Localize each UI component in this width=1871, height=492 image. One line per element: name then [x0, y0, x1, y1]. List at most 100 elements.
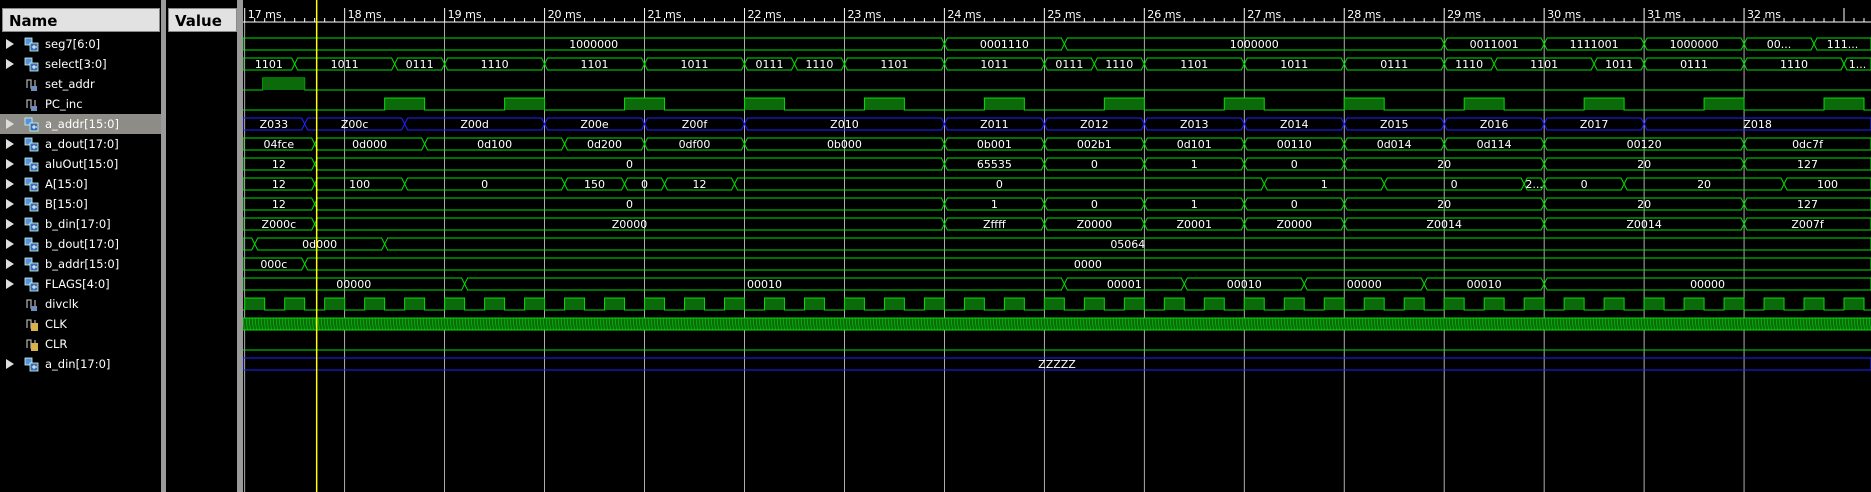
bus-value-label: 00010 — [747, 278, 782, 291]
bus-value-label: 1000000 — [569, 38, 618, 51]
clock-high-fill — [1584, 98, 1625, 110]
bus-value-label: 00000 — [1347, 278, 1382, 291]
bus-value-label: 1 — [991, 198, 998, 211]
time-tick-label: 24 ms — [947, 8, 981, 21]
bus-value-label: 1101 — [1530, 58, 1558, 71]
expand-arrow-icon[interactable] — [6, 359, 14, 369]
locked-signal-icon — [26, 339, 38, 351]
value-column-header[interactable]: Value — [168, 8, 237, 32]
bus-value-label: 1110 — [1105, 58, 1133, 71]
signal-row[interactable]: FLAGS[4:0] — [0, 274, 161, 294]
signal-row[interactable]: select[3:0] — [0, 54, 161, 74]
bus-value-label: 1101 — [581, 58, 609, 71]
bus-value-label: 0111 — [406, 58, 434, 71]
time-tick-label: 19 ms — [448, 8, 482, 21]
signal-name: CLK — [45, 317, 67, 331]
bus-value-label: Z0014 — [1426, 218, 1462, 231]
signal-row[interactable]: CLR — [0, 334, 161, 354]
bus-signal-icon — [24, 237, 39, 252]
signal-row[interactable]: b_din[17:0] — [0, 214, 161, 234]
bus-value-label: 100 — [1817, 178, 1838, 191]
time-tick-label: 25 ms — [1047, 8, 1081, 21]
clock-high-fill — [1644, 298, 1665, 310]
name-column-header[interactable]: Name — [2, 8, 160, 32]
bus-value-label: 0d000 — [302, 238, 337, 251]
bus-value-label: Z00c — [341, 118, 369, 131]
expand-arrow-icon[interactable] — [6, 259, 14, 269]
bus-signal-icon — [24, 117, 39, 132]
bus-signal-icon — [24, 57, 39, 72]
expand-arrow-icon[interactable] — [6, 219, 14, 229]
expand-arrow-icon[interactable] — [6, 39, 14, 49]
signal-row[interactable]: a_dout[17:0] — [0, 134, 161, 154]
clock-high-fill — [1084, 298, 1105, 310]
clock-high-fill — [1724, 298, 1745, 310]
clock-high-fill — [844, 298, 865, 310]
signal-row[interactable]: b_dout[17:0] — [0, 234, 161, 254]
signal-row[interactable]: B[15:0] — [0, 194, 161, 214]
expand-arrow-icon[interactable] — [6, 239, 14, 249]
bus-value-label: 1101 — [255, 58, 283, 71]
expand-arrow-icon[interactable] — [6, 59, 14, 69]
signal-row[interactable]: divclk — [0, 294, 161, 314]
expand-arrow-icon[interactable] — [6, 199, 14, 209]
clock-high-fill — [1444, 298, 1465, 310]
bus-value-label: Z011 — [980, 118, 1009, 131]
bus-value-label: 12 — [272, 198, 286, 211]
bus-value-label: 127 — [1797, 198, 1818, 211]
bus-value-label: 12 — [272, 178, 286, 191]
bit-signal-icon — [26, 299, 37, 311]
bus-value-label: 1111001 — [1570, 38, 1619, 51]
bus-value-label: 0d114 — [1477, 138, 1512, 151]
bus-value-label: 00000 — [336, 278, 371, 291]
signal-row[interactable]: PC_inc — [0, 94, 161, 114]
waveform-trace: 1101 1011 0111 1110 1101 1011 0111 1110 1101 1011… — [243, 57, 1871, 71]
bus-value-label: 0 — [641, 178, 648, 191]
signal-row[interactable]: set_addr — [0, 74, 161, 94]
signal-name: divclk — [45, 297, 79, 311]
bus-value-label: Z013 — [1180, 118, 1209, 131]
expand-arrow-icon[interactable] — [6, 139, 14, 149]
clock-high-fill — [1104, 98, 1145, 110]
bus-value-label: 1011 — [1605, 58, 1633, 71]
signal-name: b_addr[15:0] — [45, 257, 120, 271]
expand-arrow-icon[interactable] — [6, 279, 14, 289]
clock-high-fill — [1044, 298, 1065, 310]
bus-value-label: 0 — [1451, 178, 1458, 191]
bus-value-label: Z0000 — [1077, 218, 1113, 231]
expand-arrow-icon[interactable] — [6, 179, 14, 189]
signal-row[interactable]: aluOut[15:0] — [0, 154, 161, 174]
expand-arrow-icon[interactable] — [6, 159, 14, 169]
signal-value-panel: Value 1000000101100Z00c04fce121212Z000c0… — [164, 0, 401, 492]
expand-arrow-icon[interactable] — [6, 119, 14, 129]
bus-value-label: 00120 — [1627, 138, 1662, 151]
clock-high-fill — [1464, 98, 1505, 110]
name-value-splitter[interactable] — [161, 0, 166, 492]
bus-value-label: 0 — [1291, 198, 1298, 211]
bus-value-label: 002b1 — [1077, 138, 1112, 151]
clock-high-fill — [444, 298, 465, 310]
signal-name: a_addr[15:0] — [45, 117, 119, 131]
bus-signal-icon — [24, 197, 39, 212]
bus-value-label: 1000000 — [1670, 38, 1719, 51]
signal-row[interactable]: a_din[17:0] — [0, 354, 161, 374]
waveform-area[interactable]: 17 ms 18 ms 19 ms 20 ms 21 ms 22 ms 23 ms 24 ms… — [243, 0, 1871, 492]
bus-signal-icon — [24, 217, 39, 232]
bus-value-label: 65535 — [977, 158, 1012, 171]
signal-row[interactable]: CLK — [0, 314, 161, 334]
time-tick-label: 30 ms — [1547, 8, 1581, 21]
clock-high-fill — [964, 298, 985, 310]
signal-name: set_addr — [45, 77, 95, 91]
bus-value-label: 000c — [260, 258, 287, 271]
bus-value-label: 00000 — [1690, 278, 1725, 291]
bus-value-label: 04fce — [263, 138, 294, 151]
bus-value-label: 1011 — [681, 58, 709, 71]
signal-row[interactable]: a_addr[15:0] — [0, 114, 161, 134]
signal-row[interactable]: A[15:0] — [0, 174, 161, 194]
signal-row[interactable]: b_addr[15:0] — [0, 254, 161, 274]
signal-row[interactable]: seg7[6:0] — [0, 34, 161, 54]
bus-value-label: 0d200 — [587, 138, 622, 151]
clock-high-fill — [1684, 298, 1705, 310]
bus-value-label: 0111 — [1055, 58, 1083, 71]
time-tick-label: 18 ms — [348, 8, 382, 21]
